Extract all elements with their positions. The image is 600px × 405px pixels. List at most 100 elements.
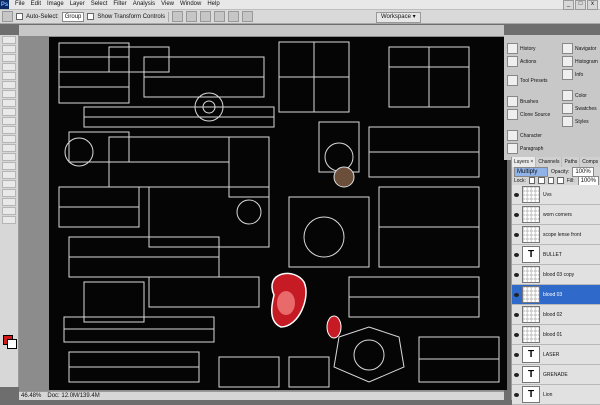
visibility-eye-icon[interactable] [514, 292, 519, 297]
move-tool-icon[interactable] [2, 11, 13, 22]
align-top-icon[interactable] [172, 11, 184, 22]
auto-select-group-dropdown[interactable]: Group [61, 11, 85, 22]
navigator-panel-button[interactable]: Navigator [562, 43, 596, 54]
zoom-tool-button[interactable] [2, 216, 16, 224]
visibility-eye-icon[interactable] [514, 232, 519, 237]
auto-select-checkbox[interactable] [16, 13, 23, 20]
actions-label: Actions [520, 58, 537, 65]
align-bottom-icon[interactable] [200, 11, 212, 22]
3d-tool-button[interactable] [2, 198, 16, 206]
tool-presets-panel-button[interactable]: Tool Presets [507, 75, 548, 86]
history-panel-button[interactable]: History [507, 43, 536, 54]
actions-panel-button[interactable]: Actions [507, 56, 536, 67]
info-panel-button[interactable]: Info [562, 69, 583, 80]
layer-row[interactable]: T GRENADE [512, 365, 600, 385]
layer-list: Uvs worn corners scope lense front T BULL… [512, 185, 600, 405]
styles-label: Styles [575, 118, 589, 125]
brush-tool-button[interactable] [2, 99, 16, 107]
tab-comps[interactable]: Comps [580, 157, 600, 167]
layer-name: BULLET [543, 251, 562, 258]
uv-canvas[interactable] [49, 37, 507, 390]
align-right-icon[interactable] [242, 11, 254, 22]
paragraph-panel-button[interactable]: Paragraph [507, 143, 543, 154]
actions-icon [507, 56, 518, 67]
lock-transparent-icon[interactable] [528, 177, 536, 184]
tab-layers[interactable]: Layers × [512, 157, 536, 167]
visibility-eye-icon[interactable] [514, 352, 519, 357]
menu-image[interactable]: Image [44, 0, 67, 9]
menu-view[interactable]: View [158, 0, 177, 9]
move-tool-button[interactable] [2, 36, 16, 44]
menu-filter[interactable]: Filter [110, 0, 129, 9]
menu-analysis[interactable]: Analysis [130, 0, 158, 9]
crop-tool-button[interactable] [2, 72, 16, 80]
align-middle-icon[interactable] [186, 11, 198, 22]
lock-all-icon[interactable] [557, 177, 564, 184]
menu-file[interactable]: File [12, 0, 28, 9]
character-panel-button[interactable]: Character [507, 130, 542, 141]
healing-tool-button[interactable] [2, 90, 16, 98]
marquee-tool-button[interactable] [2, 45, 16, 53]
align-left-icon[interactable] [214, 11, 226, 22]
visibility-eye-icon[interactable] [514, 312, 519, 317]
quick-select-tool-button[interactable] [2, 63, 16, 71]
layer-row[interactable]: blood 03 copy [512, 265, 600, 285]
layer-row-selected[interactable]: blood 03 [512, 285, 600, 305]
swatches-panel-button[interactable]: Swatches [562, 103, 597, 114]
minimize-button[interactable]: _ [563, 0, 574, 10]
menu-select[interactable]: Select [88, 0, 111, 9]
menu-layer[interactable]: Layer [67, 0, 88, 9]
hand-tool-button[interactable] [2, 207, 16, 215]
layer-row[interactable]: blood 02 [512, 305, 600, 325]
visibility-eye-icon[interactable] [514, 372, 519, 377]
visibility-eye-icon[interactable] [514, 392, 519, 397]
layer-row[interactable]: blood 01 [512, 325, 600, 345]
menu-window[interactable]: Window [177, 0, 204, 9]
maximize-button[interactable]: □ [575, 0, 586, 10]
shape-tool-button[interactable] [2, 189, 16, 197]
path-select-tool-button[interactable] [2, 180, 16, 188]
background-color-swatch[interactable] [7, 339, 17, 349]
visibility-eye-icon[interactable] [514, 252, 519, 257]
lock-pixels-icon[interactable] [538, 177, 545, 184]
lasso-tool-button[interactable] [2, 54, 16, 62]
menu-help[interactable]: Help [204, 0, 222, 9]
blend-mode-dropdown[interactable]: Multiply [514, 166, 548, 177]
clone-stamp-tool-button[interactable] [2, 108, 16, 116]
zoom-level[interactable]: 46.48% [21, 393, 41, 399]
auto-select-label: Auto-Select: [26, 13, 59, 20]
layer-row[interactable]: scope lense front [512, 225, 600, 245]
gradient-tool-button[interactable] [2, 135, 16, 143]
fill-input[interactable]: 100% [577, 175, 599, 186]
histogram-panel-button[interactable]: Histogram [562, 56, 598, 67]
dodge-tool-button[interactable] [2, 153, 16, 161]
type-tool-button[interactable] [2, 171, 16, 179]
align-center-icon[interactable] [228, 11, 240, 22]
visibility-eye-icon[interactable] [514, 212, 519, 217]
close-button[interactable]: x [587, 0, 598, 10]
eraser-tool-button[interactable] [2, 126, 16, 134]
visibility-eye-icon[interactable] [514, 192, 519, 197]
layer-row[interactable]: T LASER [512, 345, 600, 365]
layer-row[interactable]: worn corners [512, 205, 600, 225]
slice-tool-button[interactable] [2, 81, 16, 89]
layer-row[interactable]: T BULLET [512, 245, 600, 265]
blur-tool-button[interactable] [2, 144, 16, 152]
pen-tool-button[interactable] [2, 162, 16, 170]
tab-channels[interactable]: Channels [536, 157, 562, 167]
workspace-button[interactable]: Workspace ▾ [376, 12, 421, 23]
styles-panel-button[interactable]: Styles [562, 116, 589, 127]
layer-row[interactable]: Uvs [512, 185, 600, 205]
clone-source-panel-button[interactable]: Clone Source [507, 109, 550, 120]
layer-row[interactable]: T Lion [512, 385, 600, 405]
visibility-eye-icon[interactable] [514, 332, 519, 337]
lock-position-icon[interactable] [547, 177, 555, 184]
show-transform-checkbox[interactable] [87, 13, 95, 20]
text-layer-thumbnail: T [522, 386, 540, 403]
history-brush-tool-button[interactable] [2, 117, 16, 125]
tab-paths[interactable]: Paths [562, 157, 580, 167]
menu-edit[interactable]: Edit [28, 0, 44, 9]
visibility-eye-icon[interactable] [514, 272, 519, 277]
color-panel-button[interactable]: Color [562, 90, 587, 101]
brushes-panel-button[interactable]: Brushes [507, 96, 538, 107]
